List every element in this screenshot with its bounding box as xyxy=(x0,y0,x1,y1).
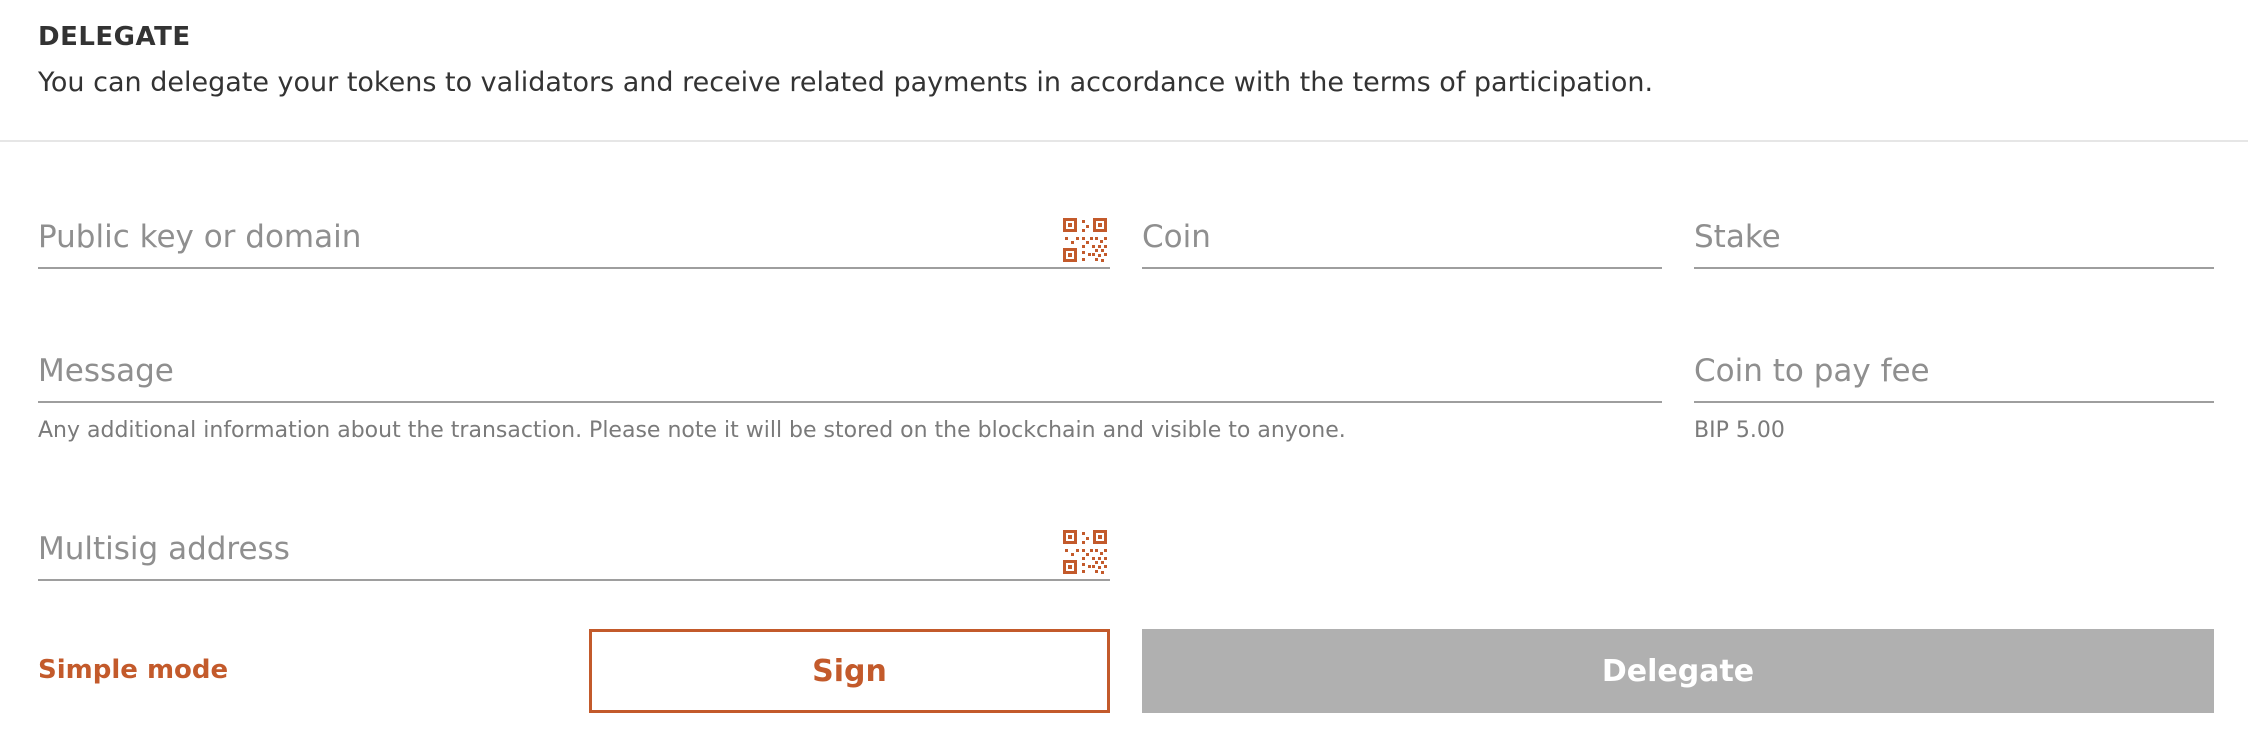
coin-field xyxy=(1142,209,1662,269)
fee-coin-field xyxy=(1694,343,2214,403)
qr-scan-button[interactable] xyxy=(1062,217,1108,263)
page-description: You can delegate your tokens to validato… xyxy=(38,67,1654,98)
delegate-button[interactable]: Delegate xyxy=(1142,629,2214,713)
qr-code-icon xyxy=(1063,530,1107,574)
stake-input[interactable] xyxy=(1694,209,2214,265)
fee-coin-input[interactable] xyxy=(1694,343,2214,399)
simple-mode-link[interactable]: Simple mode xyxy=(38,655,228,685)
public-key-field xyxy=(38,209,1110,269)
message-field xyxy=(38,343,1662,403)
multisig-field xyxy=(38,521,1110,581)
qr-scan-button[interactable] xyxy=(1062,529,1108,575)
public-key-input[interactable] xyxy=(38,209,1110,265)
page-header: DELEGATE You can delegate your tokens to… xyxy=(0,0,2248,142)
fee-amount-hint: BIP 5.00 xyxy=(1694,418,1785,443)
qr-code-icon xyxy=(1063,218,1107,262)
stake-field xyxy=(1694,209,2214,269)
message-input[interactable] xyxy=(38,343,1662,399)
page-title: DELEGATE xyxy=(38,22,191,52)
sign-button[interactable]: Sign xyxy=(589,629,1110,713)
message-hint: Any additional information about the tra… xyxy=(38,418,1346,443)
multisig-input[interactable] xyxy=(38,521,1110,577)
coin-input[interactable] xyxy=(1142,209,1662,265)
